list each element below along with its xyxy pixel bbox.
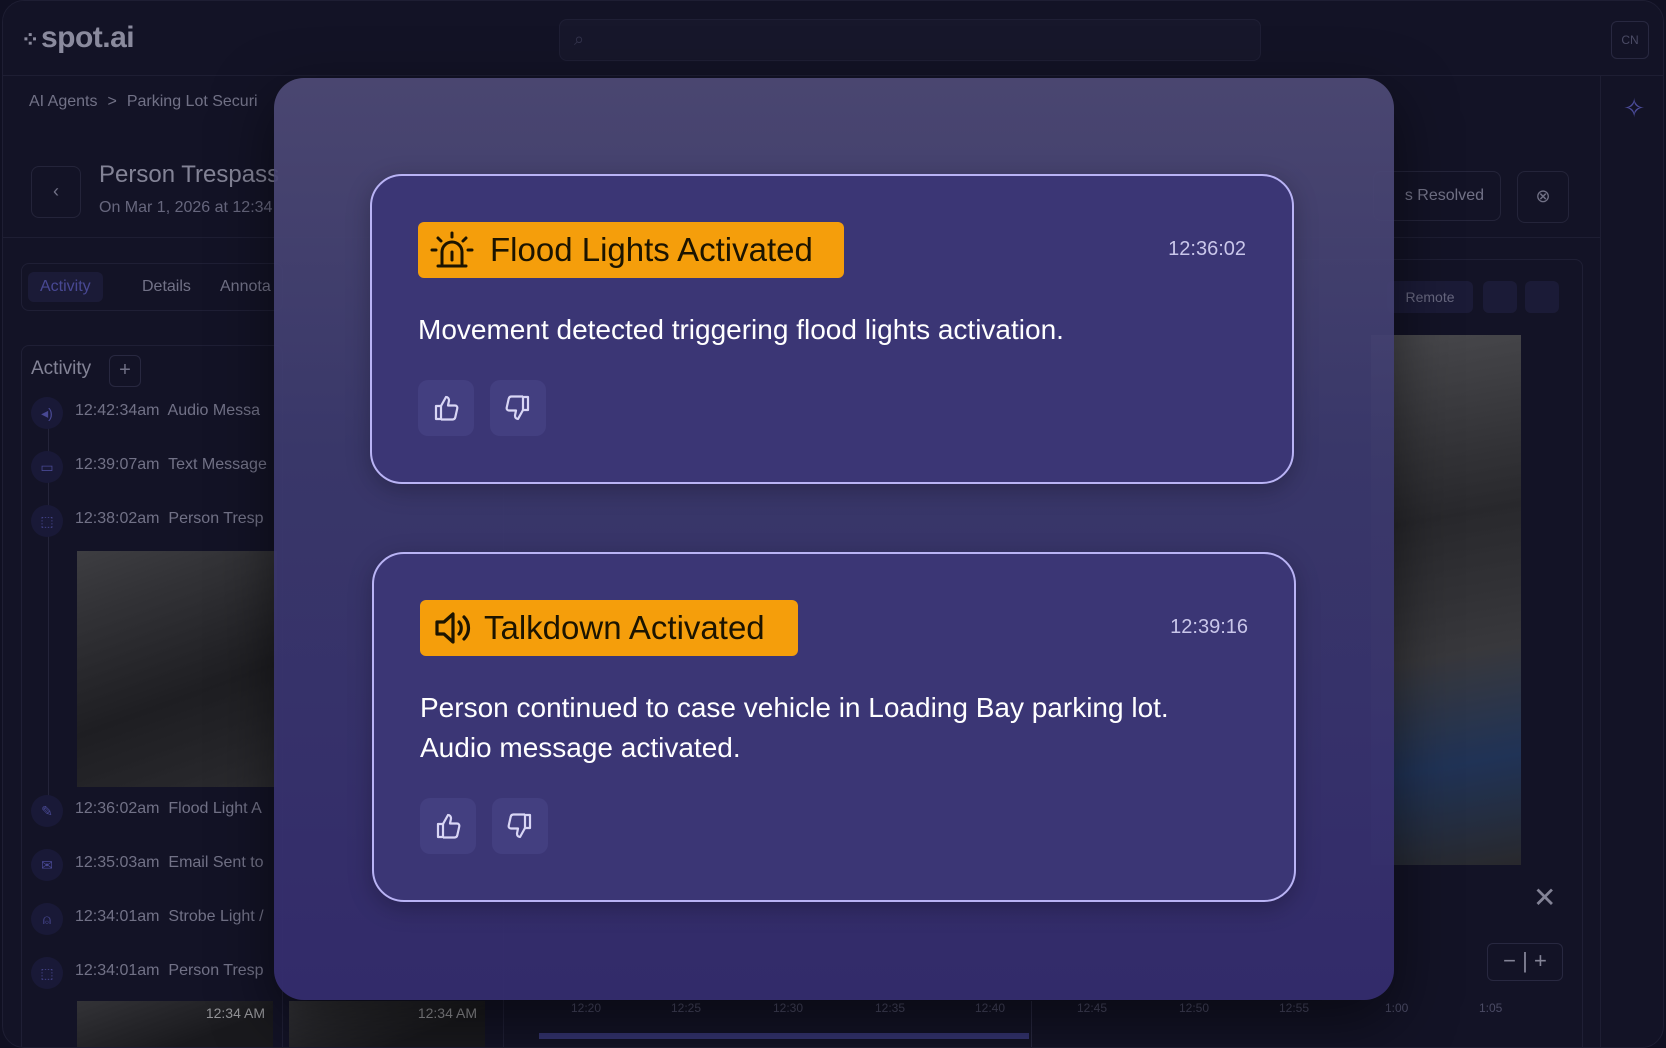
thumbs-up-icon	[434, 395, 459, 421]
thumbs-down-button[interactable]	[490, 380, 546, 436]
event-card-talkdown: Talkdown Activated 12:39:16 Person conti…	[372, 552, 1296, 902]
thumbs-down-icon	[507, 813, 532, 839]
alarm-light-icon	[430, 231, 474, 268]
event-badge: Talkdown Activated	[420, 600, 798, 656]
event-description-line: Person continued to case vehicle in Load…	[420, 692, 1169, 723]
event-time: 12:39:16	[1170, 616, 1248, 638]
thumbs-up-button[interactable]	[418, 380, 474, 436]
event-badge: Flood Lights Activated	[418, 222, 844, 278]
speaker-icon	[435, 612, 471, 644]
event-modal: Flood Lights Activated 12:36:02 Movement…	[274, 78, 1394, 1000]
event-description-line: Audio message activated.	[420, 732, 741, 763]
badge-label: Flood Lights Activated	[490, 231, 813, 268]
thumbs-up-button[interactable]	[420, 798, 476, 854]
event-time: 12:36:02	[1168, 238, 1246, 260]
event-card-flood-lights: Flood Lights Activated 12:36:02 Movement…	[370, 174, 1294, 484]
thumbs-down-icon	[505, 395, 530, 421]
event-description: Person continued to case vehicle in Load…	[420, 688, 1169, 768]
thumbs-down-button[interactable]	[492, 798, 548, 854]
event-description: Movement detected triggering flood light…	[418, 314, 1064, 345]
badge-label: Talkdown Activated	[484, 609, 765, 646]
thumbs-up-icon	[436, 813, 461, 839]
